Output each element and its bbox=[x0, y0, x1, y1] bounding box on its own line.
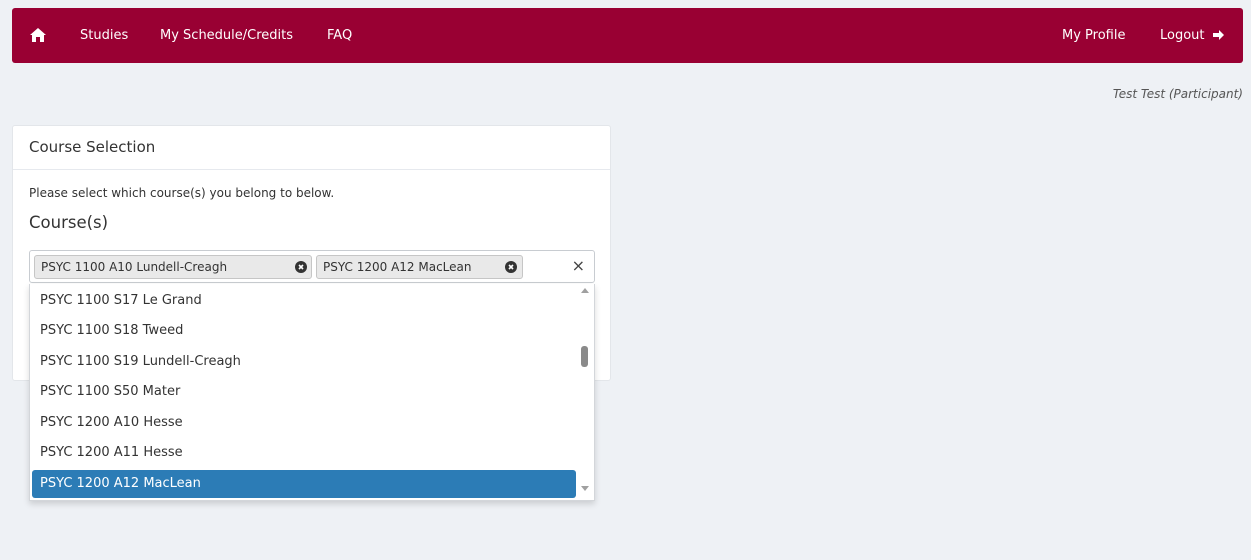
course-option-highlighted[interactable]: PSYC 1200 A12 MacLean bbox=[32, 470, 576, 498]
panel-description: Please select which course(s) you belong… bbox=[29, 186, 335, 200]
nav-my-profile-link[interactable]: My Profile bbox=[1062, 8, 1125, 63]
selected-course-tag: PSYC 1200 A12 MacLean bbox=[316, 255, 523, 279]
tag-label: PSYC 1200 A12 MacLean bbox=[323, 260, 472, 274]
course-option[interactable]: PSYC 1100 S18 Tweed bbox=[32, 317, 576, 345]
tag-label: PSYC 1100 A10 Lundell-Creagh bbox=[41, 260, 228, 274]
clear-all-icon[interactable]: × bbox=[572, 257, 585, 275]
course-option[interactable]: PSYC 1200 A10 Hesse bbox=[32, 409, 576, 437]
nav-faq-link[interactable]: FAQ bbox=[327, 8, 352, 63]
nav-logout-link[interactable]: Logout bbox=[1160, 8, 1225, 63]
panel-divider bbox=[13, 169, 610, 170]
selected-course-tag: PSYC 1100 A10 Lundell-Creagh bbox=[34, 255, 312, 279]
home-icon[interactable] bbox=[29, 27, 47, 43]
current-user-label: Test Test (Participant) bbox=[1112, 87, 1243, 101]
nav-schedule-credits-link[interactable]: My Schedule/Credits bbox=[160, 8, 293, 63]
remove-tag-icon[interactable] bbox=[505, 261, 517, 273]
dropdown-scrollbar[interactable] bbox=[576, 284, 594, 500]
course-multiselect[interactable]: PSYC 1100 A10 Lundell-Creagh PSYC 1200 A… bbox=[29, 250, 595, 283]
course-option[interactable]: PSYC 1100 S50 Mater bbox=[32, 378, 576, 406]
sign-out-icon bbox=[1212, 30, 1224, 40]
panel-title: Course Selection bbox=[29, 138, 156, 156]
scroll-thumb[interactable] bbox=[581, 346, 588, 367]
course-options-dropdown: PSYC 1100 S17 Le Grand PSYC 1100 S18 Twe… bbox=[29, 284, 595, 501]
scroll-up-arrow-icon[interactable] bbox=[581, 288, 589, 293]
course-option[interactable]: PSYC 1200 A11 Hesse bbox=[32, 439, 576, 467]
courses-field-label: Course(s) bbox=[29, 213, 109, 232]
top-navbar: Studies My Schedule/Credits FAQ My Profi… bbox=[12, 8, 1243, 63]
nav-studies-link[interactable]: Studies bbox=[80, 8, 128, 63]
remove-tag-icon[interactable] bbox=[295, 261, 307, 273]
course-option[interactable]: PSYC 1100 S19 Lundell-Creagh bbox=[32, 348, 576, 376]
scroll-down-arrow-icon[interactable] bbox=[581, 486, 589, 491]
course-option[interactable]: PSYC 1100 S17 Le Grand bbox=[32, 287, 576, 315]
nav-logout-label: Logout bbox=[1160, 28, 1205, 43]
